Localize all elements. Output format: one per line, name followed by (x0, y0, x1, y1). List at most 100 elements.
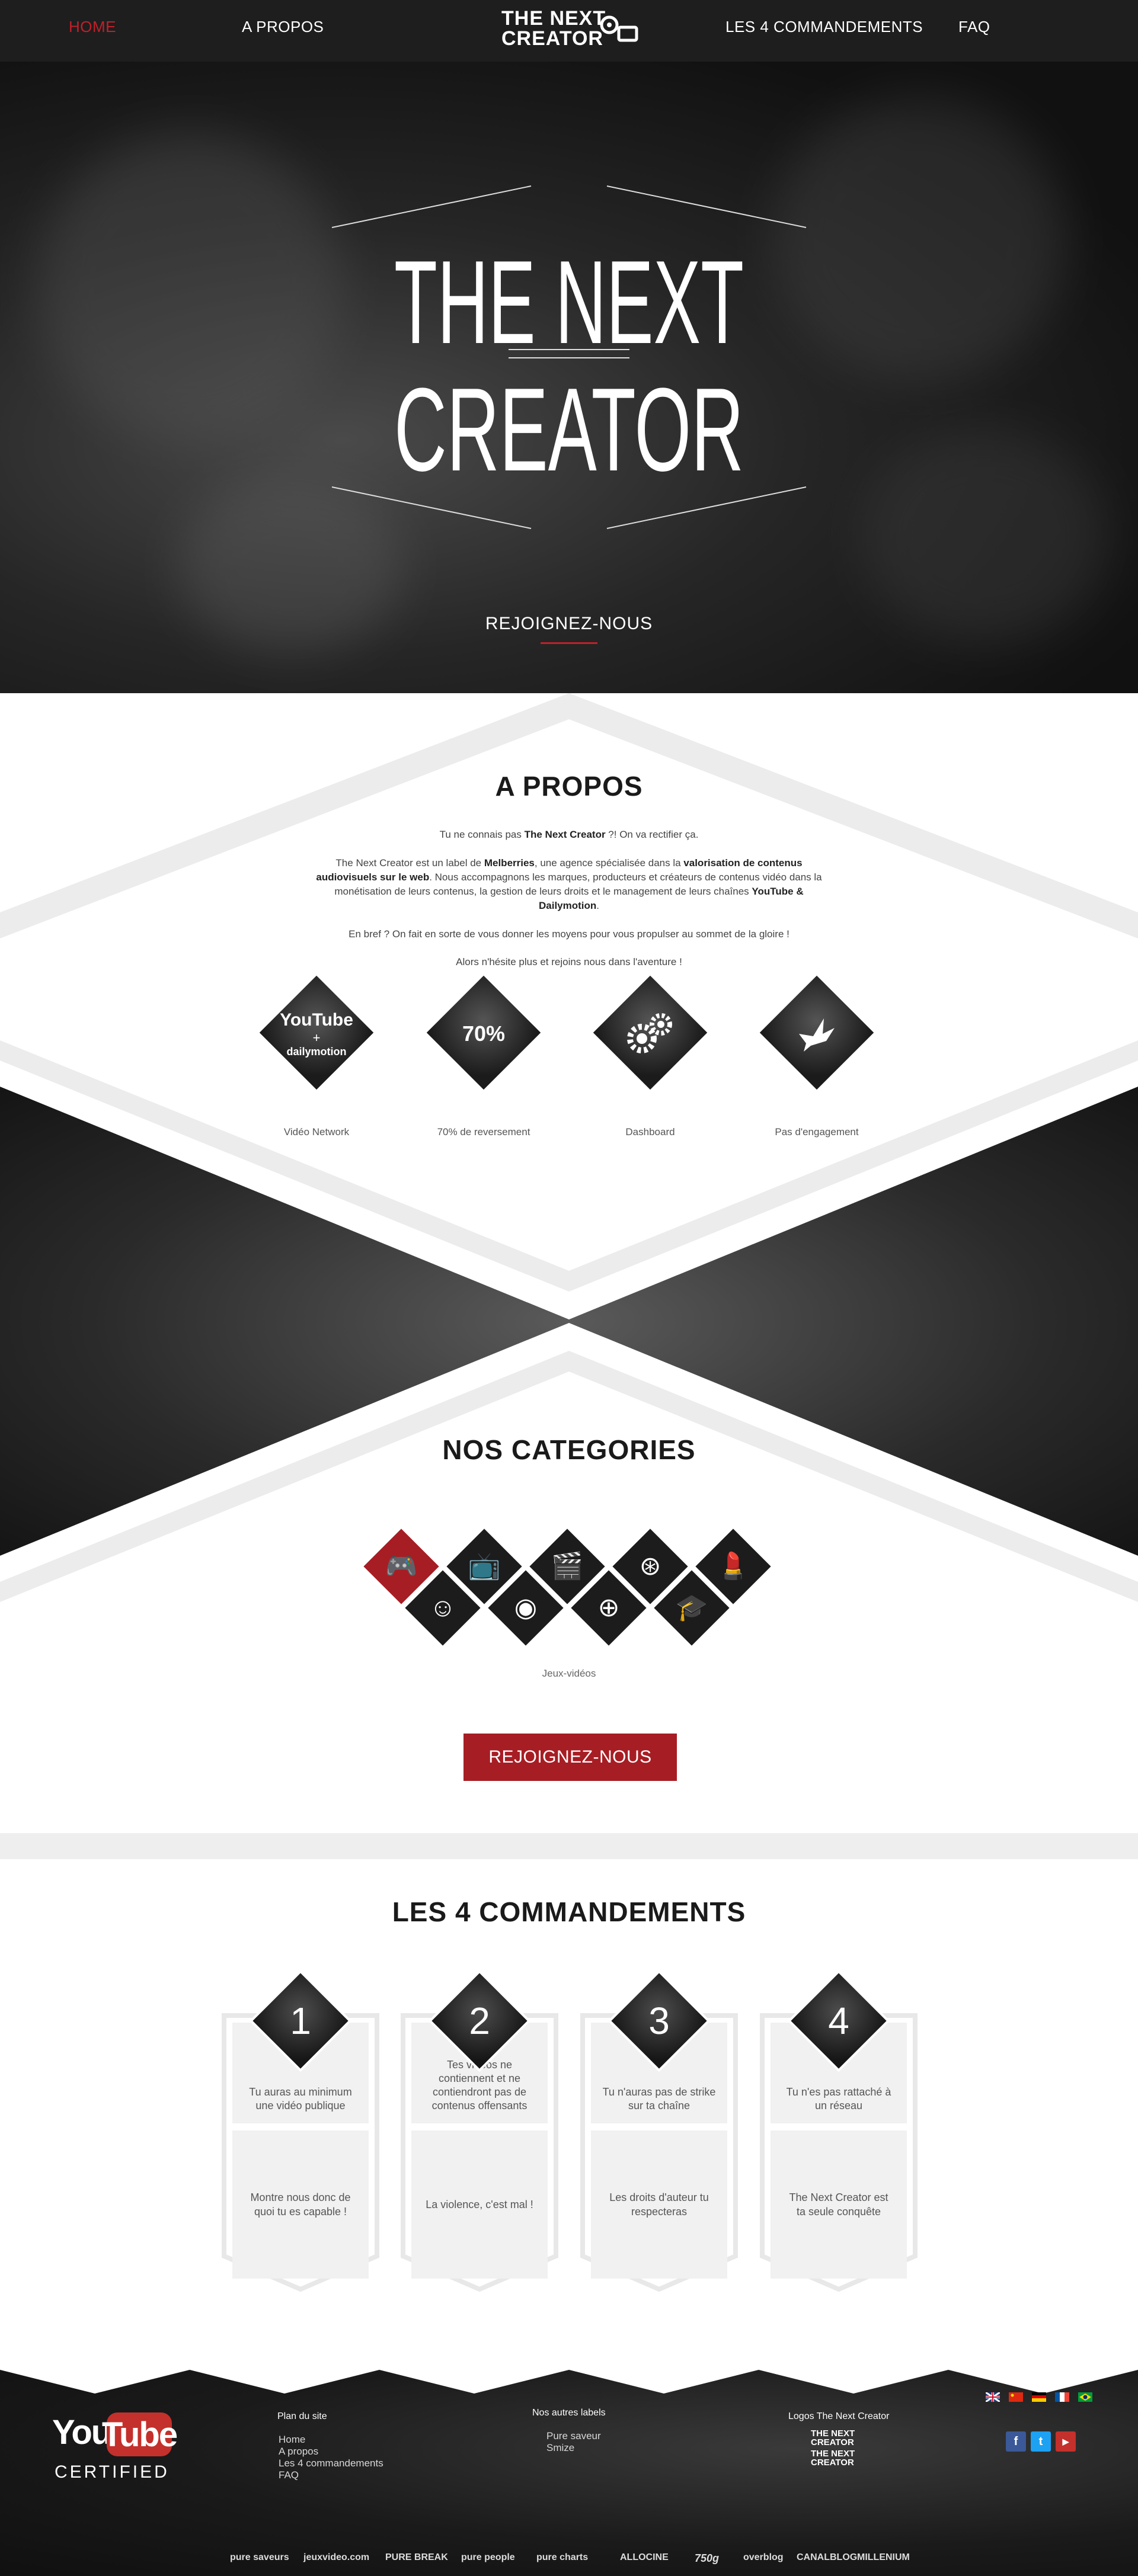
apropos-text: The Next Creator est un label de (335, 857, 484, 869)
apropos-paragraph-1: Tu ne connais pas The Next Creator ?! On… (308, 828, 830, 842)
join-button[interactable]: REJOIGNEZ-NOUS (463, 1734, 677, 1781)
commandement-number: 2 (469, 2000, 490, 2042)
commandement-number-badge: 4 (791, 1973, 887, 2069)
commandement-note: Montre nous donc de quoi tu es capable ! (232, 2130, 369, 2279)
feature-caption: Dashboard (625, 1126, 675, 1138)
facebook-icon[interactable]: f (1006, 2431, 1026, 2452)
partner-logo[interactable]: CANALBLOG (797, 2552, 857, 2563)
commandement-card: Tu n'es pas rattaché à un réseau The Nex… (760, 1973, 918, 2292)
footer: You Tube CERTIFIED Plan du site Home A p… (0, 2364, 1138, 2576)
feature-icon-text: YouTube (280, 1010, 353, 1030)
feature-icon-text: + (312, 1030, 321, 1045)
hero-cta-underline (541, 642, 597, 644)
footer-link-home[interactable]: Home (279, 2434, 305, 2446)
hero-title-line1: THE NEXT (394, 236, 744, 369)
commandement-number: 3 (648, 2000, 670, 2042)
apropos-text: ?! On va rectifier ça. (605, 829, 699, 840)
flag-uk-icon[interactable] (986, 2392, 1000, 2402)
commandement-note: Les droits d'auteur tu respecteras (591, 2130, 727, 2279)
partner-logo[interactable]: pure saveurs (230, 2552, 289, 2563)
logo-line1: THE NEXT (501, 7, 606, 30)
partner-logo[interactable]: overblog (743, 2552, 784, 2563)
footer-link-pure-saveur[interactable]: Pure saveur (546, 2430, 601, 2442)
footer-link-smize[interactable]: Smize (546, 2442, 574, 2454)
commandement-number-badge: 3 (611, 1973, 707, 2069)
partner-logo[interactable]: ALLOCINE (620, 2552, 669, 2563)
partner-logo[interactable]: PURE BREAK (385, 2552, 448, 2563)
commandement-number-badge: 1 (252, 1973, 349, 2069)
apropos-paragraph-2: The Next Creator est un label de Melberr… (308, 856, 830, 913)
music-disc-icon: ◉ (514, 1593, 538, 1622)
category-selected-caption: Jeux-vidéos (542, 1668, 596, 1679)
commandements-title: LES 4 COMMANDEMENTS (392, 1896, 746, 1927)
feature-caption: Vidéo Network (283, 1126, 350, 1138)
apropos-text: . (596, 900, 600, 911)
youtube-dailymotion-icon: YouTube + dailymotion (245, 975, 388, 1093)
dove-icon (799, 1018, 835, 1052)
apropos-text-bold: The Next Creator (524, 829, 606, 840)
flag-germany-icon[interactable] (1032, 2392, 1046, 2402)
logo-line2: CREATOR (501, 27, 603, 50)
feature-caption: Pas d'engagement (775, 1126, 859, 1138)
footer-logo-line2: CREATOR (811, 2437, 854, 2447)
partner-logo[interactable]: 750g (695, 2552, 719, 2565)
percent-icon: 70% (413, 975, 555, 1093)
footer-logo-line1: THE NEXT (811, 2428, 855, 2439)
hero-section: THE NEXT CREATOR REJOIGNEZ-NOUS (0, 62, 1138, 693)
twitter-icon[interactable]: t (1031, 2431, 1051, 2452)
commandement-note: The Next Creator est ta seule conquête (771, 2130, 907, 2279)
commandement-card: Tes vidéos ne contiennent et ne contiend… (401, 1973, 558, 2292)
footer-link-faq[interactable]: FAQ (279, 2469, 299, 2481)
nav-home-link[interactable]: HOME (69, 18, 116, 36)
camera-icon (600, 15, 638, 42)
gears-icon (627, 1013, 672, 1053)
youtube-certified-text: CERTIFIED (55, 2462, 170, 2482)
footer-logos-title: Logos The Next Creator (788, 2411, 890, 2421)
site-logo[interactable]: THE NEXT CREATOR (501, 8, 638, 50)
graduation-cap-icon: 🎓 (675, 1593, 708, 1622)
flag-china-icon[interactable] (1009, 2392, 1023, 2402)
feature-icon-text: dailymotion (286, 1045, 347, 1058)
youtube-certified-badge: You Tube CERTIFIED (52, 2412, 178, 2490)
footer-logo-line2: CREATOR (811, 2458, 854, 2468)
commandement-note: La violence, c'est mal ! (411, 2130, 548, 2279)
youtube-icon[interactable]: ▶ (1056, 2431, 1076, 2452)
hero-title-graphic: THE NEXT CREATOR (331, 185, 807, 529)
commandement-number: 4 (828, 2000, 849, 2042)
basketball-icon: ⊕ (597, 1593, 620, 1622)
footer-logo-line1: THE NEXT (811, 2449, 855, 2459)
apropos-text: , une agence spécialisée dans la (534, 857, 684, 869)
apropos-title: A PROPOS (495, 771, 643, 802)
section-divider (0, 1833, 1138, 1859)
commandement-number: 1 (290, 2000, 311, 2042)
feature-revenue-share: 70% 70% de reversement (413, 975, 555, 1146)
footer-link-apropos[interactable]: A propos (279, 2446, 318, 2458)
footer-zigzag-edge (0, 2364, 1138, 2394)
feature-icon-text: 70% (462, 1021, 506, 1046)
partner-logo[interactable]: pure people (461, 2552, 515, 2563)
youtube-logo-tube: Tube (102, 2412, 178, 2456)
feature-dashboard: Dashboard (579, 975, 721, 1146)
partner-logo[interactable]: pure charts (536, 2552, 588, 2563)
smiley-icon: ☺ (429, 1593, 456, 1622)
footer-link-commandements[interactable]: Les 4 commandements (279, 2458, 383, 2469)
top-nav: HOME A PROPOS THE NEXT CREATOR LES 4 COM… (0, 0, 1138, 62)
partner-logo[interactable]: MILLENIUM (857, 2552, 910, 2563)
partner-logo[interactable]: jeuxvideo.com (303, 2552, 369, 2563)
apropos-text: Tu ne connais pas (439, 829, 525, 840)
categories-title: NOS CATEGORIES (442, 1434, 696, 1465)
nav-commandements-link[interactable]: LES 4 COMMANDEMENTS (725, 18, 923, 36)
nav-apropos-link[interactable]: A PROPOS (242, 18, 324, 36)
feature-caption: 70% de reversement (437, 1126, 530, 1138)
commandement-card: Tu auras au minimum une vidéo publique M… (222, 1973, 379, 2292)
nav-faq-link[interactable]: FAQ (958, 18, 990, 36)
hero-bg-blur (859, 429, 1108, 642)
footer-tnc-logo[interactable]: THE NEXT CREATOR THE NEXT CREATOR (811, 2428, 855, 2467)
flag-france-icon[interactable] (1055, 2392, 1069, 2402)
apropos-paragraph-3: En bref ? On fait en sorte de vous donne… (349, 928, 789, 940)
commandement-card: Tu n'auras pas de strike sur ta chaîne L… (580, 1973, 738, 2292)
hero-title-line2: CREATOR (394, 364, 744, 496)
feature-video-network: YouTube + dailymotion Vidéo Network (245, 975, 388, 1146)
flag-brazil-icon[interactable] (1078, 2392, 1092, 2402)
hero-join-link[interactable]: REJOIGNEZ-NOUS (0, 614, 1138, 634)
